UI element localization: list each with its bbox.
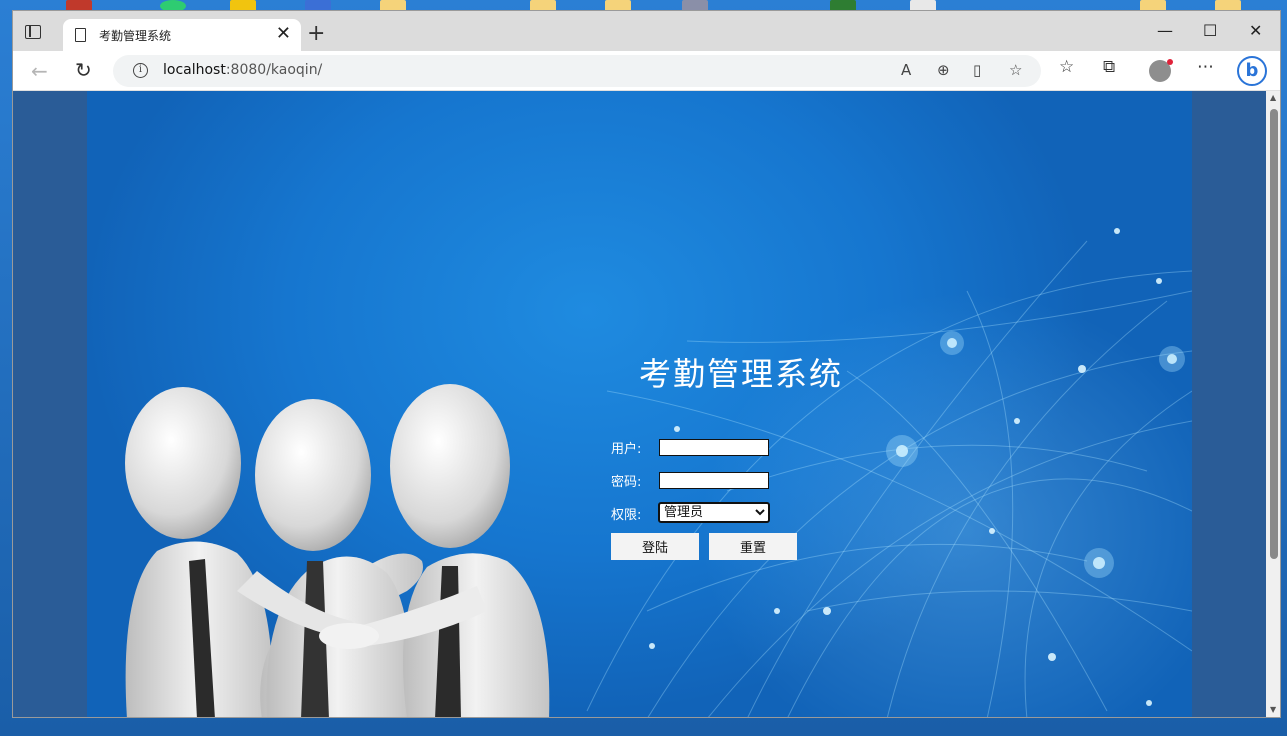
tab-title: 考勤管理系统 bbox=[99, 29, 172, 43]
url-field[interactable]: i localhost:8080/kaoqin/ A ⊕ ▯ ☆ bbox=[113, 55, 1041, 87]
favorites-icon[interactable]: ☆ bbox=[1059, 57, 1074, 77]
info-icon[interactable]: i bbox=[133, 63, 148, 78]
reload-icon[interactable]: ↻ bbox=[75, 58, 92, 82]
password-input[interactable] bbox=[659, 472, 769, 489]
login-button[interactable]: 登陆 bbox=[611, 533, 699, 560]
reset-button[interactable]: 重置 bbox=[709, 533, 797, 560]
page-viewport: 考勤管理系统 用户: 密码: 权限: 管理员 登陆 重置 bbox=[13, 91, 1266, 717]
split-screen-icon[interactable]: ▯ bbox=[973, 61, 981, 79]
minimize-button[interactable]: — bbox=[1157, 21, 1173, 41]
add-favorite-icon[interactable]: ☆ bbox=[1009, 61, 1022, 79]
close-tab-icon[interactable]: ✕ bbox=[276, 24, 291, 44]
notification-dot bbox=[1167, 59, 1173, 65]
url-text: localhost:8080/kaoqin/ bbox=[163, 62, 322, 78]
back-icon[interactable]: ← bbox=[31, 59, 48, 83]
username-input[interactable] bbox=[659, 439, 769, 456]
zoom-icon[interactable]: ⊕ bbox=[937, 61, 950, 79]
scroll-up-arrow[interactable]: ▲ bbox=[1270, 93, 1276, 102]
role-select[interactable]: 管理员 bbox=[658, 502, 770, 523]
url-path: :8080/kaoqin/ bbox=[225, 62, 323, 78]
more-icon[interactable]: ⋯ bbox=[1197, 57, 1214, 77]
bing-icon[interactable]: b bbox=[1237, 56, 1267, 86]
collections-icon[interactable]: ⧉ bbox=[1103, 57, 1115, 77]
hero-background: 考勤管理系统 用户: 密码: 权限: 管理员 登陆 重置 bbox=[87, 91, 1192, 717]
address-bar: ← ↻ i localhost:8080/kaoqin/ A ⊕ ▯ ☆ bbox=[13, 51, 1280, 91]
scroll-down-arrow[interactable]: ▼ bbox=[1270, 705, 1276, 714]
read-aloud-icon[interactable]: A bbox=[901, 61, 911, 79]
url-host: localhost bbox=[163, 62, 226, 78]
password-label: 密码: bbox=[611, 475, 642, 490]
role-label: 权限: bbox=[611, 508, 642, 523]
tab-bar: 考勤管理系统 ✕ + — ☐ ✕ bbox=[13, 11, 1280, 51]
browser-window: 考勤管理系统 ✕ + — ☐ ✕ ← ↻ i localhost:8080/ka… bbox=[12, 10, 1281, 718]
close-window-button[interactable]: ✕ bbox=[1249, 21, 1262, 41]
tab-actions-icon[interactable] bbox=[25, 25, 41, 39]
scroll-thumb[interactable] bbox=[1270, 109, 1278, 559]
page-icon bbox=[75, 28, 86, 42]
maximize-button[interactable]: ☐ bbox=[1203, 21, 1217, 41]
new-tab-button[interactable]: + bbox=[307, 21, 325, 47]
username-label: 用户: bbox=[611, 442, 642, 457]
vertical-scrollbar[interactable]: ▲ ▼ bbox=[1266, 91, 1280, 717]
browser-tab[interactable]: 考勤管理系统 ✕ bbox=[63, 19, 301, 51]
teamwork-figures-illustration bbox=[125, 384, 550, 717]
login-title: 考勤管理系统 bbox=[639, 355, 844, 393]
